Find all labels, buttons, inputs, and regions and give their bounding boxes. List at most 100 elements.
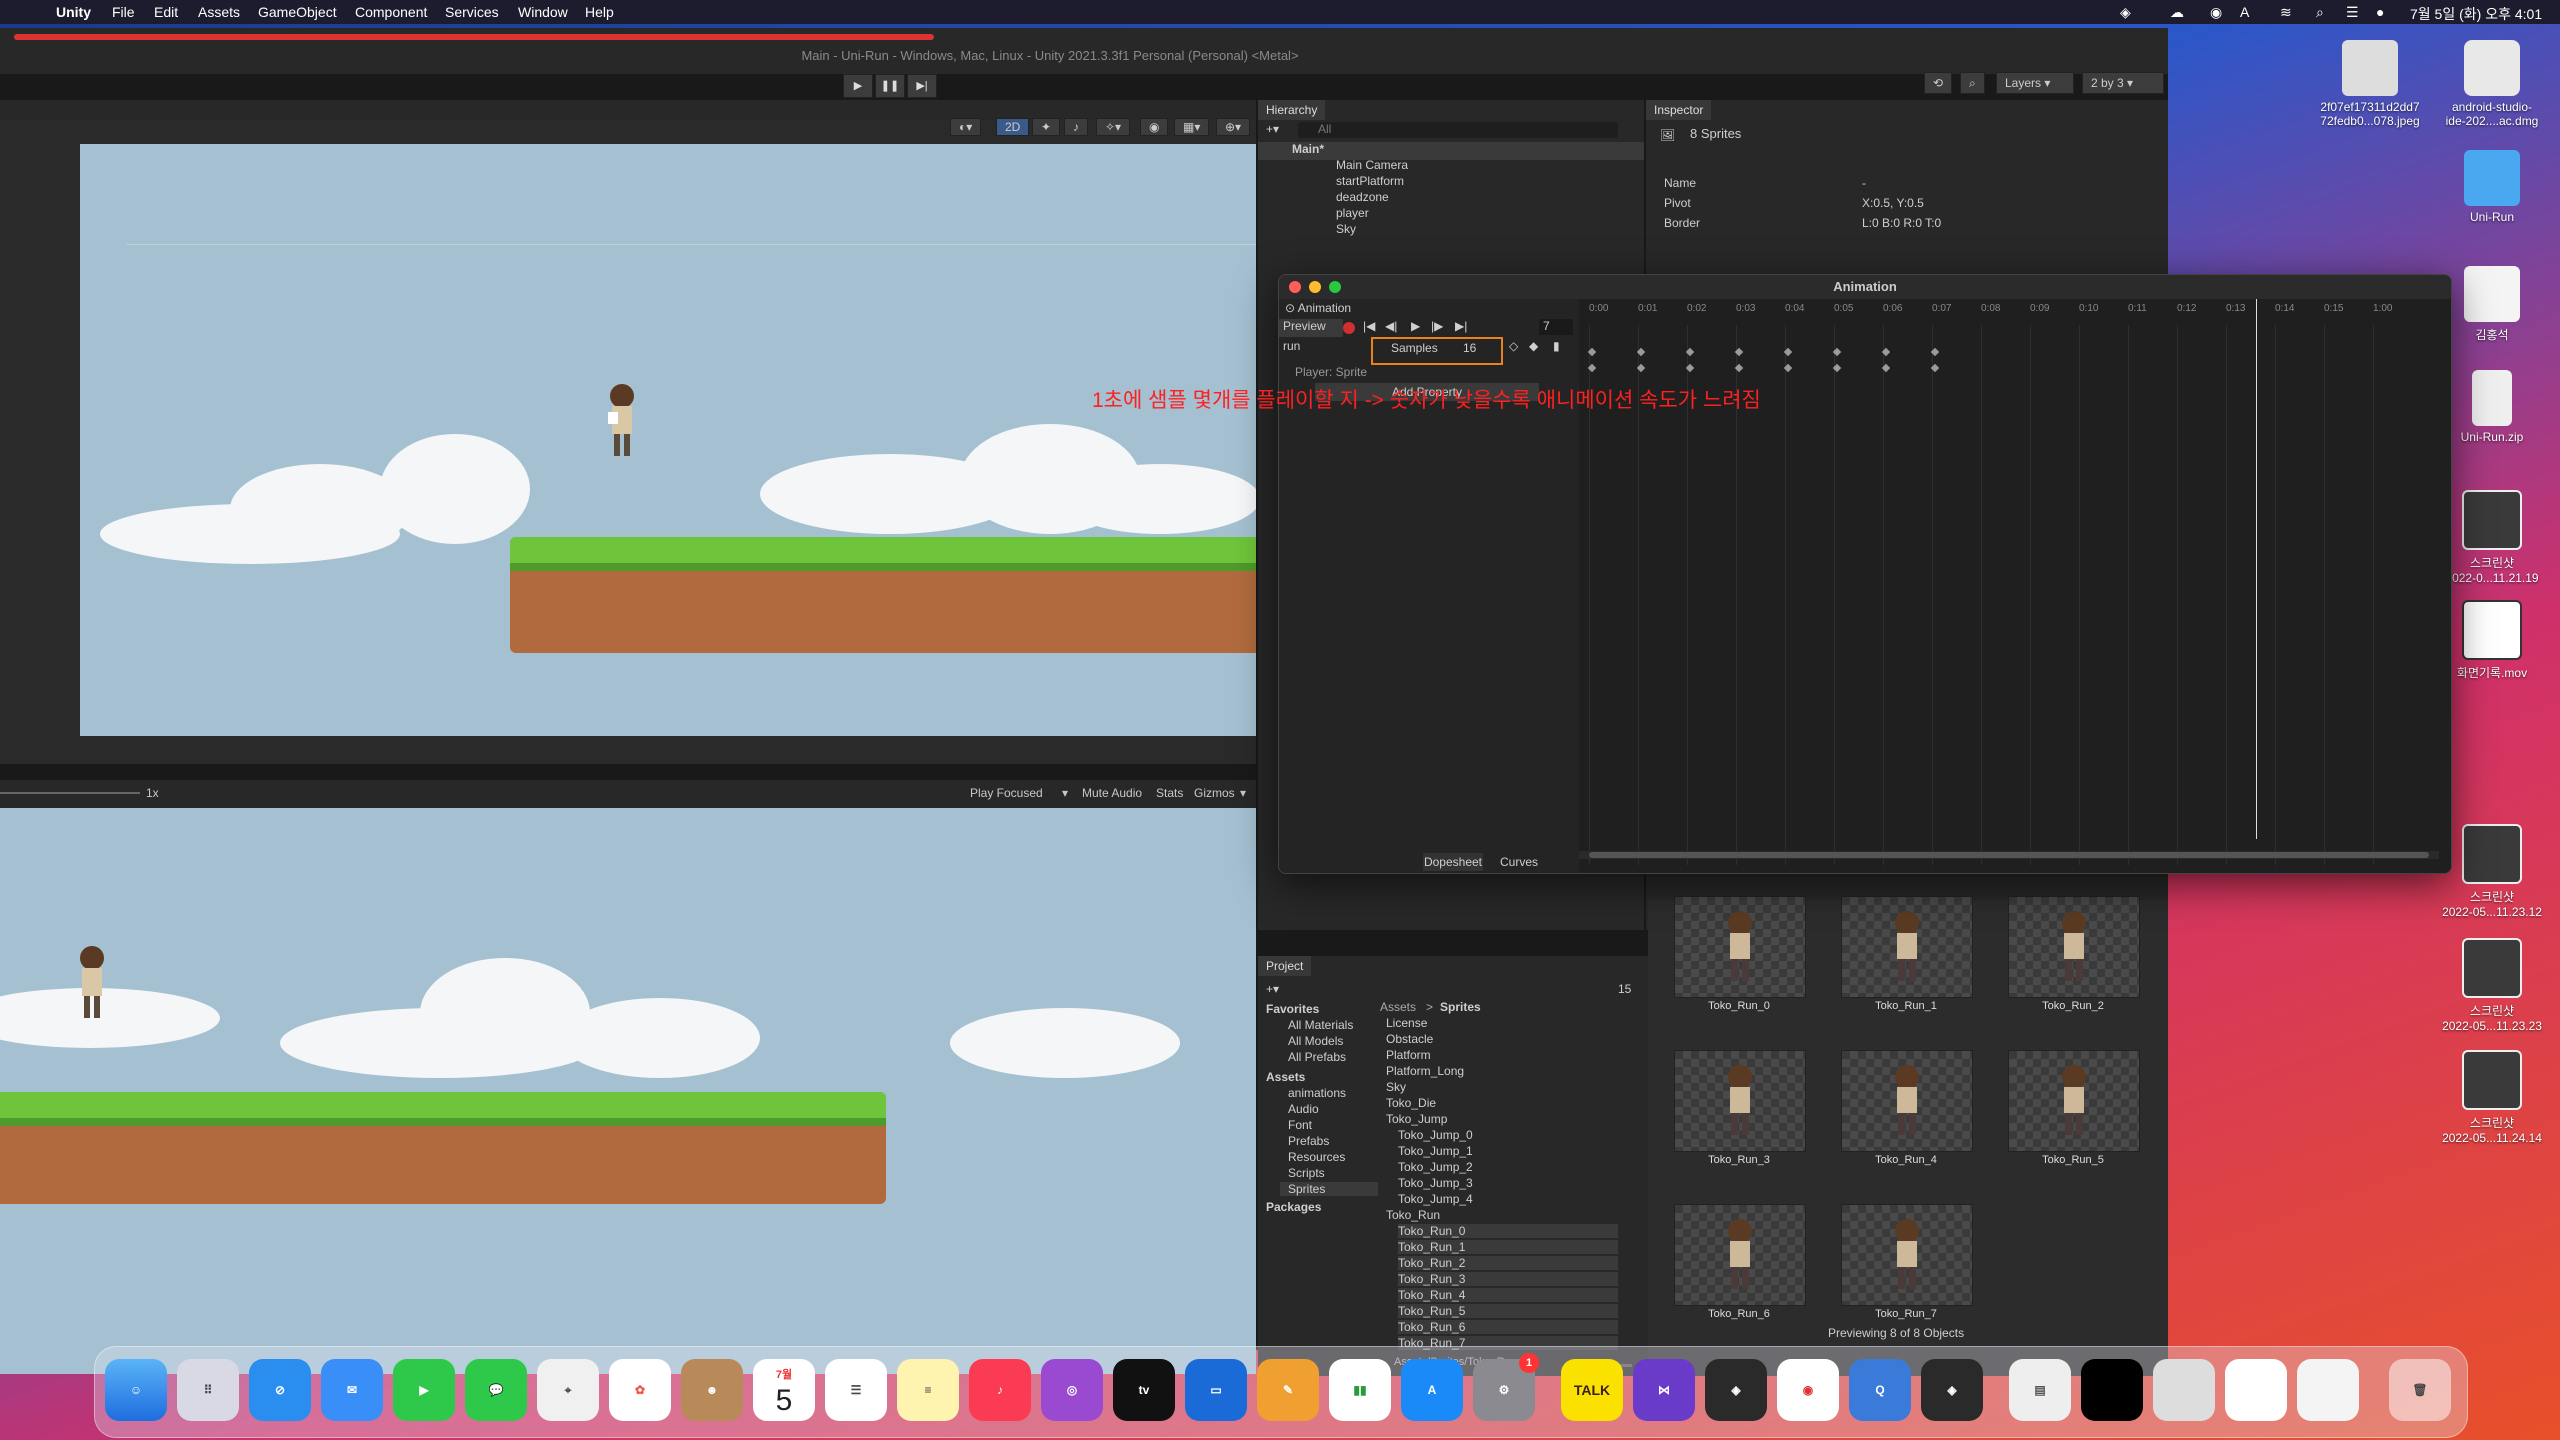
notes-icon[interactable]: ≡ — [897, 1359, 959, 1421]
last-keyframe-icon[interactable]: ▶| — [1455, 319, 1467, 333]
pause-button[interactable]: ❚❚ — [875, 74, 905, 98]
scene-canvas[interactable] — [80, 144, 1256, 736]
sprite-thumbnail[interactable] — [1674, 1050, 1806, 1152]
hierarchy-tab[interactable]: Hierarchy — [1258, 100, 1326, 120]
gizmos-dropdown[interactable]: Gizmos — [1194, 786, 1235, 800]
app-store-icon[interactable]: A — [1401, 1359, 1463, 1421]
folder-font[interactable]: Font — [1288, 1118, 1312, 1132]
input-source-icon[interactable]: A — [2240, 4, 2249, 20]
animation-tab[interactable]: ⊙ Animation — [1285, 301, 1351, 315]
dropdown-arrow-icon[interactable]: ▾ — [1240, 786, 1246, 800]
curves-tab[interactable]: Curves — [1489, 853, 1549, 871]
folder-animations[interactable]: animations — [1288, 1086, 1346, 1100]
system-preferences-icon[interactable]: ⚙ 1 — [1473, 1353, 1539, 1421]
timeline-scrollbar[interactable] — [1579, 851, 2439, 859]
effects-toggle-icon[interactable]: ✧▾ — [1096, 118, 1131, 136]
sprite-list-item[interactable]: Sky — [1386, 1080, 1406, 1094]
hierarchy-item-deadzone[interactable]: deadzone — [1336, 190, 1389, 204]
photos-icon[interactable]: ✿ — [609, 1359, 671, 1421]
hierarchy-item-startplatform[interactable]: startPlatform — [1336, 174, 1404, 188]
sprite-list-item[interactable]: Platform — [1386, 1048, 1431, 1062]
hierarchy-item-main-camera[interactable]: Main Camera — [1336, 158, 1408, 172]
play-animation-icon[interactable]: ▶ — [1411, 319, 1420, 333]
sprite-list-item[interactable]: Toko_Jump_0 — [1398, 1128, 1473, 1142]
zoom-button[interactable] — [1329, 281, 1341, 293]
dopesheet-tab[interactable]: Dopesheet — [1423, 853, 1483, 871]
minimize-button[interactable] — [1309, 281, 1321, 293]
trash-icon[interactable]: 🗑 — [2389, 1359, 2451, 1421]
menu-edit[interactable]: Edit — [154, 4, 178, 20]
favorite-all-materials[interactable]: All Materials — [1288, 1018, 1353, 1032]
visibility-toggle-icon[interactable]: ◉ — [1140, 118, 1169, 136]
scale-slider[interactable] — [0, 792, 140, 794]
menu-window[interactable]: Window — [518, 4, 568, 20]
sprite-thumbnail[interactable] — [2008, 1050, 2140, 1152]
numbers-icon[interactable]: ▮▮ — [1329, 1359, 1391, 1421]
breadcrumb-assets[interactable]: Assets — [1380, 1000, 1416, 1014]
safari-icon[interactable]: ⊘ — [249, 1359, 311, 1421]
sprite-list-item[interactable]: Toko_Run — [1386, 1208, 1440, 1222]
menu-assets[interactable]: Assets — [198, 4, 240, 20]
folder-audio[interactable]: Audio — [1288, 1102, 1319, 1116]
control-center-icon[interactable]: ☰ — [2346, 4, 2359, 21]
desktop-item[interactable]: Uni-Run — [2432, 150, 2552, 224]
play-focused-dropdown[interactable]: Play Focused — [970, 786, 1043, 800]
step-button[interactable]: ▶| — [907, 74, 937, 98]
facetime-icon[interactable]: ▶ — [393, 1359, 455, 1421]
stats-toggle[interactable]: Stats — [1156, 786, 1183, 800]
chrome-icon[interactable]: ◉ — [1777, 1359, 1839, 1421]
sprite-list-item[interactable]: Toko_Die — [1386, 1096, 1436, 1110]
quicktime-icon[interactable]: Q — [1849, 1359, 1911, 1421]
packages-folder[interactable]: Packages — [1266, 1200, 1321, 1214]
window-thumbnail-icon[interactable] — [2153, 1359, 2215, 1421]
music-icon[interactable]: ♪ — [969, 1359, 1031, 1421]
sprite-list-item[interactable]: Toko_Jump_4 — [1398, 1192, 1473, 1206]
close-button[interactable] — [1289, 281, 1301, 293]
messages-icon[interactable]: 💬 — [465, 1359, 527, 1421]
keynote-icon[interactable]: ▭ — [1185, 1359, 1247, 1421]
add-icon[interactable]: +▾ — [1266, 122, 1279, 136]
launchpad-icon[interactable]: ⠿ — [177, 1359, 239, 1421]
unity-icon[interactable]: ◈ — [1921, 1359, 1983, 1421]
desktop-item[interactable]: 스크린샷 2022-05...11.23.23 — [2432, 938, 2552, 1033]
breadcrumb-sprites[interactable]: Sprites — [1440, 1000, 1481, 1014]
mail-icon[interactable]: ✉ — [321, 1359, 383, 1421]
appletv-icon[interactable]: tv — [1113, 1359, 1175, 1421]
calendar-icon[interactable]: 7월 5 — [753, 1359, 815, 1421]
podcasts-icon[interactable]: ◎ — [1041, 1359, 1103, 1421]
window-thumbnail-icon[interactable] — [2297, 1359, 2359, 1421]
clip-dropdown[interactable]: run — [1283, 339, 1300, 353]
sprite-list-item[interactable]: Toko_Run_0 — [1398, 1224, 1618, 1238]
cloud-status-icon[interactable]: ☁ — [2170, 4, 2184, 21]
sprite-list-item[interactable]: Obstacle — [1386, 1032, 1433, 1046]
sprite-list-item[interactable]: Toko_Run_4 — [1398, 1288, 1618, 1302]
frame-input[interactable]: 7 — [1539, 319, 1573, 335]
history-icon[interactable]: ⟲ — [1924, 72, 1953, 94]
property-row[interactable]: Player: Sprite — [1295, 365, 1367, 379]
desktop-item[interactable]: android-studio- ide-202....ac.dmg — [2432, 40, 2552, 128]
menu-services[interactable]: Services — [445, 4, 499, 20]
desktop-item[interactable]: 2f07ef17311d2dd7 72fedb0...078.jpeg — [2310, 40, 2430, 128]
add-keyframe-icon[interactable]: ◇ — [1509, 339, 1518, 353]
finder-icon[interactable]: ☺ — [105, 1359, 167, 1421]
scene-view[interactable]: ◐▾ 2D ✦ ♪ ✧▾ ◉ ▦▾ ⊕▾ — [0, 100, 1256, 764]
inspector-tab[interactable]: Inspector — [1646, 100, 1712, 120]
unity-status-icon[interactable]: ◈ — [2120, 4, 2131, 21]
sprite-thumbnail[interactable] — [1841, 1204, 1973, 1306]
preview-button[interactable]: Preview — [1279, 319, 1343, 337]
favorite-all-models[interactable]: All Models — [1288, 1034, 1343, 1048]
menu-component[interactable]: Component — [355, 4, 427, 20]
menu-help[interactable]: Help — [585, 4, 614, 20]
record-status-icon[interactable]: ◉ — [2210, 4, 2222, 21]
scene-root-item[interactable]: Main* — [1292, 142, 1324, 156]
kakaotalk-icon[interactable]: TALK — [1561, 1359, 1623, 1421]
shading-mode-icon[interactable]: ◐▾ — [950, 118, 982, 136]
gizmo-toggle-icon[interactable]: ⊕▾ — [1216, 118, 1251, 136]
sprite-list-item[interactable]: Toko_Run_1 — [1398, 1240, 1618, 1254]
game-canvas[interactable] — [0, 808, 1256, 1374]
maps-icon[interactable]: ⌖ — [537, 1359, 599, 1421]
layers-dropdown[interactable]: Layers ▾ — [1996, 72, 2074, 94]
menu-file[interactable]: File — [112, 4, 135, 20]
app-menu[interactable]: Unity — [56, 4, 91, 20]
hierarchy-item-sky[interactable]: Sky — [1336, 222, 1356, 236]
